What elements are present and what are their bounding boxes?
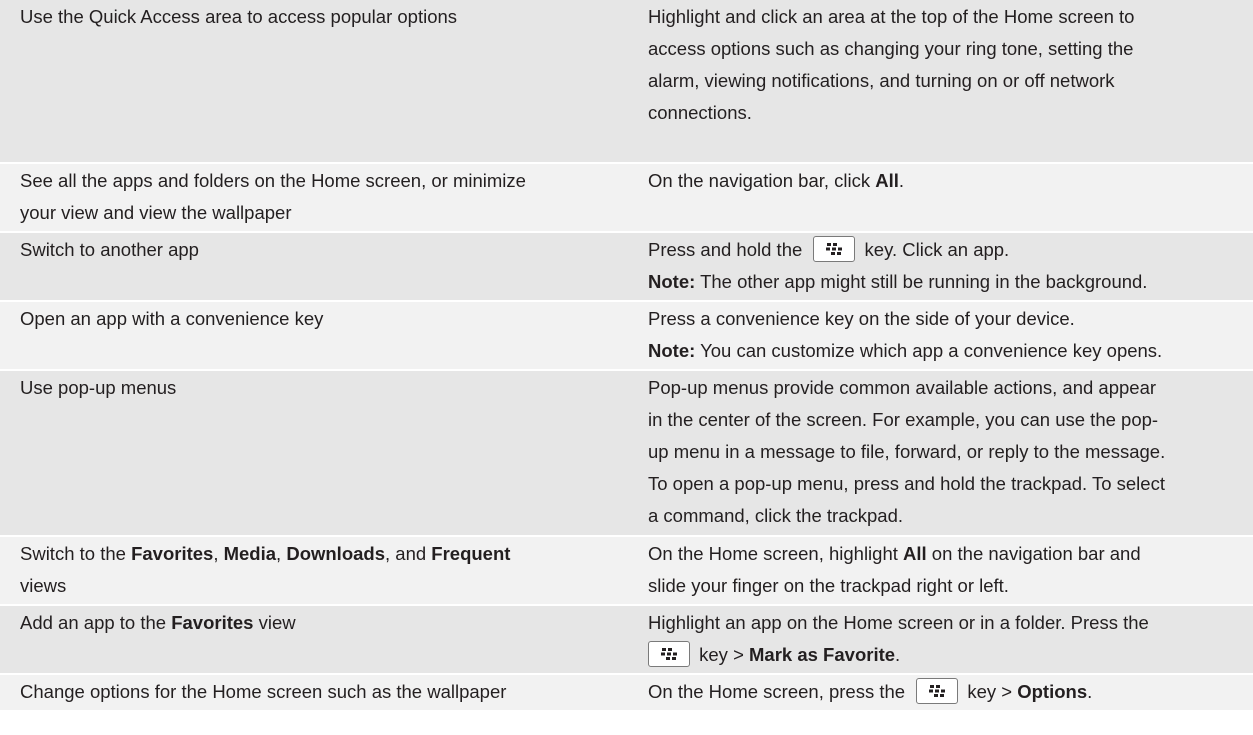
ui-term: Favorites [171, 612, 254, 633]
menu-key-icon [813, 236, 856, 262]
task-cell: Use the Quick Access area to access popu… [20, 6, 458, 27]
description-cell: On the navigation bar, click All. [648, 170, 905, 191]
ui-term: All [875, 170, 899, 191]
ui-term: All [903, 543, 927, 564]
menu-key-icon [916, 678, 959, 704]
note-label: Note: [648, 271, 696, 292]
task-cell: Open an app with a convenience key [20, 308, 324, 329]
table-row: Switch to the Favorites, Media, Download… [0, 536, 1253, 605]
table-row: Use pop-up menus Pop-up menus provide co… [0, 370, 1253, 536]
ui-term: Mark as Favorite [749, 644, 896, 665]
table-row: Switch to another app Press and hold the… [0, 232, 1253, 301]
description-cell: Highlight an app on the Home screen or i… [648, 612, 1149, 667]
task-cell: Switch to the Favorites, Media, Download… [20, 543, 511, 596]
table-row: Open an app with a convenience key Press… [0, 301, 1253, 370]
description-cell: On the Home screen, press the key > Opti… [641, 674, 1253, 711]
table-row: Use the Quick Access area to access popu… [0, 0, 1253, 163]
description-cell: On the Home screen, highlight All on the… [648, 543, 1141, 596]
table-row: Change options for the Home screen such … [0, 674, 1253, 711]
ui-term: Frequent [431, 543, 511, 564]
ui-term: Options [1017, 681, 1088, 702]
tips-table: Use the Quick Access area to access popu… [0, 0, 1253, 712]
table-row: Add an app to the Favorites view Highlig… [0, 605, 1253, 674]
menu-key-icon [648, 641, 690, 667]
description-cell: Press a convenience key on the side of y… [648, 308, 1163, 361]
task-cell: Add an app to the Favorites view [20, 612, 296, 633]
task-cell: See all the apps and folders on the Home… [20, 170, 526, 223]
ui-term: Downloads [286, 543, 385, 564]
table-row: See all the apps and folders on the Home… [0, 163, 1253, 232]
note-label: Note: [648, 340, 696, 361]
description-cell: Pop-up menus provide common available ac… [648, 377, 1166, 526]
ui-term: Favorites [131, 543, 214, 564]
ui-term: Media [223, 543, 277, 564]
task-cell: Change options for the Home screen such … [20, 681, 507, 702]
description-cell: Press and hold the key. Click an app. No… [641, 232, 1253, 301]
task-cell: Switch to another app [20, 239, 199, 260]
task-cell: Use pop-up menus [20, 377, 177, 398]
description-cell: Highlight and click an area at the top o… [648, 6, 1135, 123]
